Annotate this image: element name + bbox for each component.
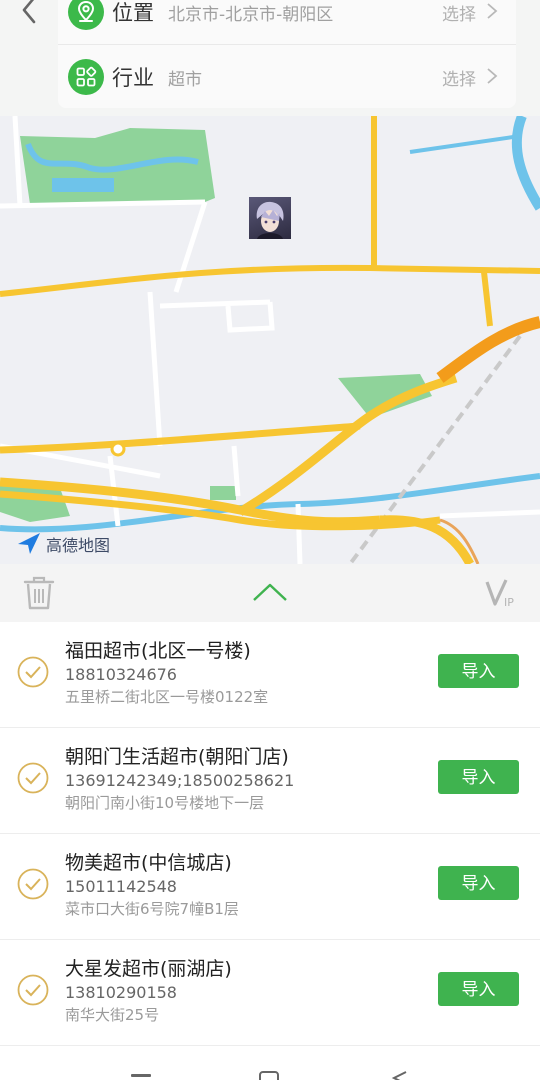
- map-canvas: [0, 116, 540, 564]
- location-label: 位置: [112, 1, 154, 25]
- industry-filter-row[interactable]: 行业 超市 选择: [58, 45, 516, 109]
- import-button[interactable]: 导入: [438, 654, 519, 688]
- back-nav-icon: [391, 1071, 407, 1084]
- industry-select-link[interactable]: 选择: [442, 65, 476, 90]
- store-phone: 13810290158: [65, 983, 177, 1002]
- checkmark-circle-icon[interactable]: [16, 655, 50, 689]
- chevron-right-icon: [487, 68, 498, 84]
- list-item[interactable]: 大星发超市(丽湖店) 13810290158 南华大街25号 导入: [0, 940, 540, 1046]
- import-button[interactable]: 导入: [438, 760, 519, 794]
- store-phone: 13691242349;18500258621: [65, 771, 295, 790]
- import-button[interactable]: 导入: [438, 972, 519, 1006]
- store-name: 大星发超市(丽湖店): [65, 958, 232, 980]
- chevron-up-icon: [253, 583, 287, 601]
- location-pin-icon: [68, 0, 104, 30]
- store-address: 菜市口大街6号院7幢B1层: [65, 900, 239, 918]
- store-address: 五里桥二街北区一号楼0122室: [65, 688, 269, 706]
- location-value: 北京市-北京市-朝阳区: [168, 5, 334, 25]
- back-button[interactable]: [12, 0, 46, 28]
- back-arrow-icon: [22, 0, 36, 24]
- collapse-map-button[interactable]: [250, 578, 290, 606]
- store-list: 福田超市(北区一号楼) 18810324676 五里桥二街北区一号楼0122室 …: [0, 622, 540, 1046]
- checkmark-circle-icon[interactable]: [16, 761, 50, 795]
- avatar-image: [256, 201, 284, 239]
- checkmark-circle-icon[interactable]: [16, 867, 50, 901]
- delete-button[interactable]: [22, 574, 56, 612]
- industry-label: 行业: [112, 66, 154, 90]
- category-grid-icon: [68, 59, 104, 95]
- store-name: 物美超市(中信城店): [65, 852, 232, 874]
- vip-icon: IP: [485, 579, 514, 609]
- list-item[interactable]: 物美超市(中信城店) 15011142548 菜市口大街6号院7幢B1层 导入: [0, 834, 540, 940]
- store-phone: 18810324676: [65, 665, 177, 684]
- system-nav-icons: [131, 1071, 407, 1084]
- list-toolbar: IP: [0, 564, 540, 622]
- map-view[interactable]: 高德地图: [0, 116, 540, 564]
- store-phone: 15011142548: [65, 877, 177, 896]
- menu-icon: [131, 1074, 151, 1077]
- list-item[interactable]: 朝阳门生活超市(朝阳门店) 13691242349;18500258621 朝阳…: [0, 728, 540, 834]
- map-provider-name: 高德地图: [46, 536, 111, 555]
- vip-badge[interactable]: IP: [484, 576, 520, 610]
- home-icon: [259, 1071, 279, 1084]
- store-name: 福田超市(北区一号楼): [65, 640, 251, 662]
- user-avatar-marker[interactable]: [249, 197, 291, 239]
- filter-card: 位置 北京市-北京市-朝阳区 选择 行业 超市 选择: [58, 0, 516, 108]
- location-filter-row[interactable]: 位置 北京市-北京市-朝阳区 选择: [58, 0, 516, 45]
- checkmark-circle-icon[interactable]: [16, 973, 50, 1007]
- system-navigation-bar: [0, 1058, 540, 1084]
- list-item[interactable]: 福田超市(北区一号楼) 18810324676 五里桥二街北区一号楼0122室 …: [0, 622, 540, 728]
- import-button[interactable]: 导入: [438, 866, 519, 900]
- industry-value: 超市: [168, 70, 202, 90]
- location-select-link[interactable]: 选择: [442, 0, 476, 25]
- svg-text:IP: IP: [504, 596, 514, 609]
- store-address: 朝阳门南小街10号楼地下一层: [65, 794, 265, 812]
- chevron-right-icon: [487, 3, 498, 19]
- store-address: 南华大街25号: [65, 1006, 160, 1024]
- trash-icon: [23, 576, 55, 610]
- store-name: 朝阳门生活超市(朝阳门店): [65, 746, 289, 768]
- navigation-arrow-icon: [18, 533, 40, 554]
- top-filter-bar: 位置 北京市-北京市-朝阳区 选择 行业 超市 选择: [0, 0, 540, 116]
